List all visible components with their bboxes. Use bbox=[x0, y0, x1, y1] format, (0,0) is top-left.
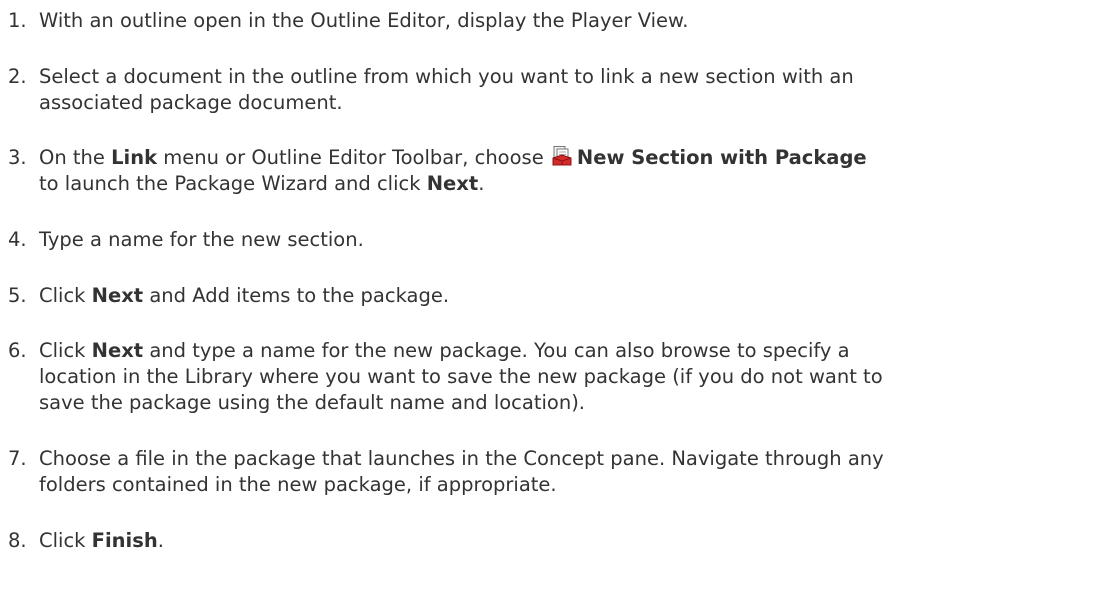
text-run: Click bbox=[39, 529, 92, 552]
step-line: Click Next and Add items to the package. bbox=[39, 283, 1099, 309]
step-line: location in the Library where you want t… bbox=[39, 365, 883, 388]
step-number: 2. bbox=[8, 65, 27, 88]
text-run: menu or Outline Editor Toolbar, choose bbox=[157, 146, 550, 169]
step-line: Choose a file in the package that launch… bbox=[39, 447, 884, 470]
step-number: 3. bbox=[8, 146, 27, 169]
text-run: Click bbox=[39, 339, 92, 362]
step-text: With an outline open in the Outline Edit… bbox=[39, 8, 1099, 34]
step-text: Select a document in the outline from wh… bbox=[39, 64, 1099, 116]
step-text: Type a name for the new section. bbox=[39, 227, 1099, 253]
step-line: Click Next and type a name for the new p… bbox=[39, 338, 1099, 364]
step-line: folders contained in the new package, if… bbox=[39, 473, 557, 496]
menu-name-link: Link bbox=[111, 146, 158, 169]
text-run: . bbox=[478, 172, 485, 195]
command-name-new-section-with-package: New Section with Package bbox=[576, 146, 867, 169]
step-line: Type a name for the new section. bbox=[39, 228, 364, 251]
button-name-finish: Finish bbox=[91, 529, 158, 552]
text-run: On the bbox=[39, 146, 112, 169]
text-run: and Add items to the package. bbox=[143, 284, 450, 307]
button-name-next: Next bbox=[91, 284, 144, 307]
step-text: Click Finish. bbox=[39, 528, 1099, 554]
step-text: Click Next and type a name for the new p… bbox=[39, 338, 1099, 416]
step-number: 7. bbox=[8, 447, 27, 470]
step-number: 1. bbox=[8, 9, 27, 32]
step-text: Click Next and Add items to the package. bbox=[39, 283, 1099, 309]
step-text: Choose a file in the package that launch… bbox=[39, 446, 1099, 498]
text-run: and type a name for the new package. You… bbox=[143, 339, 850, 362]
new-section-with-package-icon bbox=[551, 145, 573, 167]
step-line: On the Link menu or Outline Editor Toolb… bbox=[39, 145, 1099, 171]
step-number: 6. bbox=[8, 339, 27, 362]
step-number: 4. bbox=[8, 228, 27, 251]
step-line: With an outline open in the Outline Edit… bbox=[39, 9, 689, 32]
step-line: Select a document in the outline from wh… bbox=[39, 65, 854, 88]
step-number: 5. bbox=[8, 284, 27, 307]
step-text: On the Link menu or Outline Editor Toolb… bbox=[39, 145, 1099, 197]
button-name-next: Next bbox=[426, 172, 479, 195]
step-line: save the package using the default name … bbox=[39, 391, 586, 414]
text-run: to launch the Package Wizard and click bbox=[39, 172, 427, 195]
text-run: Click bbox=[39, 284, 92, 307]
step-line: Click Finish. bbox=[39, 528, 1099, 554]
step-line: associated package document. bbox=[39, 91, 343, 114]
button-name-next: Next bbox=[91, 339, 144, 362]
text-run: . bbox=[157, 529, 164, 552]
step-line: to launch the Package Wizard and click N… bbox=[39, 171, 1099, 197]
step-number: 8. bbox=[8, 529, 27, 552]
